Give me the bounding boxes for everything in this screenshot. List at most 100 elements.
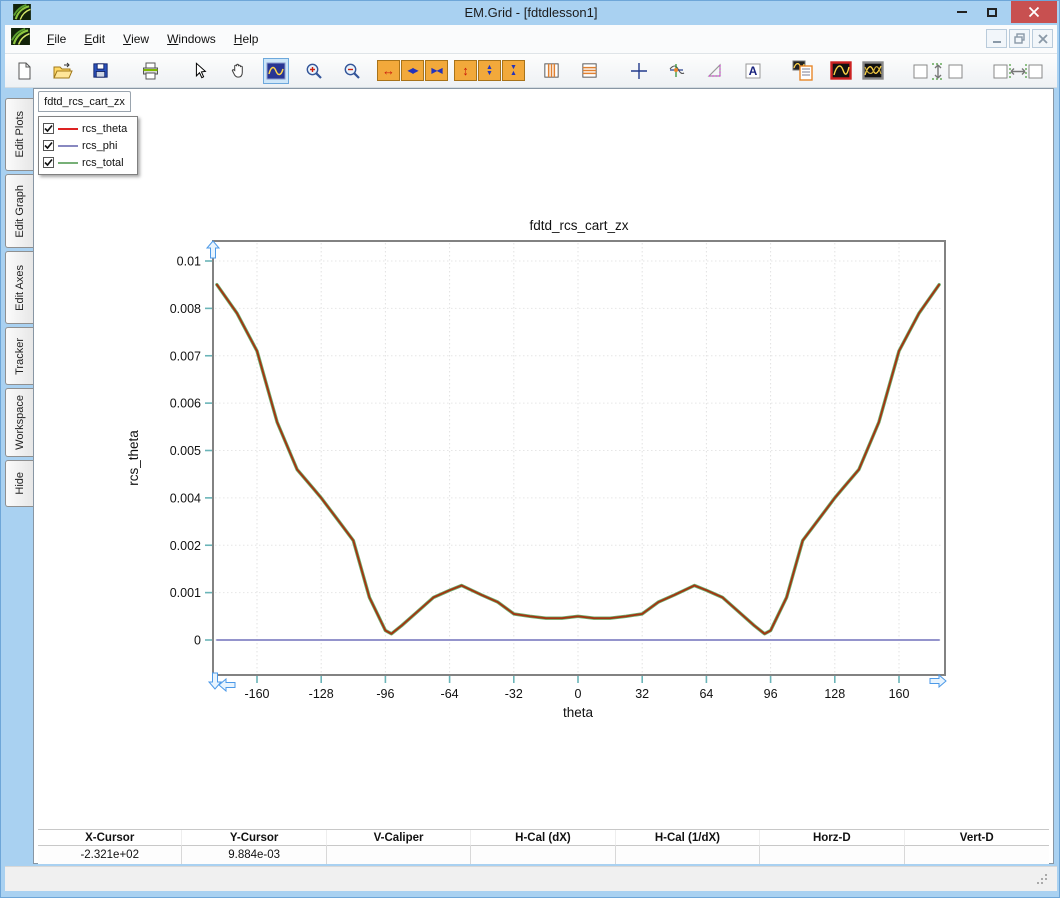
print-button[interactable]: [137, 58, 163, 84]
zoom-box-button[interactable]: [263, 57, 289, 84]
maximize-button[interactable]: [979, 1, 1005, 23]
save-icon: [92, 63, 108, 78]
text-annotation-button[interactable]: A: [740, 58, 766, 84]
mdi-close-button[interactable]: [1032, 29, 1053, 48]
svg-text:0.002: 0.002: [170, 539, 201, 553]
menu-view[interactable]: View: [114, 25, 158, 53]
y-axis-label: rcs_theta: [126, 430, 141, 486]
vertical-spacing-icon: [913, 62, 963, 80]
expand-vertical-icon: ↕: [462, 63, 469, 78]
sidebar-tab-edit-axes[interactable]: Edit Axes: [5, 251, 33, 324]
tracker-icon: [669, 63, 685, 77]
print-icon: [142, 62, 158, 79]
horizontal-gridlines-button[interactable]: [576, 58, 602, 84]
select-button[interactable]: [187, 58, 213, 84]
menu-file[interactable]: File: [38, 25, 75, 53]
zoom-in-icon: [306, 63, 322, 79]
collapse-horizontal-button[interactable]: ▶◀: [425, 60, 448, 81]
active-plot-button[interactable]: [828, 58, 854, 84]
shrink-vertical-button[interactable]: ▲ ▼: [478, 60, 501, 81]
svg-text:32: 32: [635, 687, 649, 701]
close-icon: [1028, 6, 1040, 18]
plot-workspace: fdtd_rcs_cart_zx rcs_theta rcs_phi rcs_t…: [33, 88, 1054, 864]
zoom-in-button[interactable]: [301, 58, 327, 84]
sidebar-tab-workspace[interactable]: Workspace: [5, 388, 33, 457]
menu-edit[interactable]: Edit: [75, 25, 114, 53]
axis-arrow-right-icon[interactable]: [929, 673, 947, 689]
readout-header-row: X-Cursor Y-Cursor V-Caliper H-Cal (dX) H…: [38, 830, 1049, 846]
resize-grip[interactable]: [1045, 882, 1047, 884]
svg-text:A: A: [749, 64, 758, 78]
plot-properties-button[interactable]: [790, 58, 816, 84]
sidebar-tab-tracker[interactable]: Tracker: [5, 327, 33, 385]
mdi-minimize-button[interactable]: [986, 29, 1007, 48]
v-caliper-value: [326, 846, 472, 864]
horizontal-spacing-button[interactable]: [990, 58, 1046, 84]
plots-overlay-button[interactable]: [860, 58, 886, 84]
crosshair-button[interactable]: [626, 58, 652, 84]
collapse-horizontal-icon: ▶◀: [431, 65, 442, 75]
svg-text:0: 0: [194, 634, 201, 648]
pointer-icon: [195, 62, 207, 79]
zoom-out-button[interactable]: [339, 58, 365, 84]
sidebar-tab-edit-plots[interactable]: Edit Plots: [5, 98, 33, 171]
expand-vertical-button[interactable]: ↕: [454, 60, 477, 81]
mdi-minimize-icon: [992, 40, 1001, 43]
vertical-spacing-button[interactable]: [910, 58, 966, 84]
horizontal-gridlines-icon: [581, 63, 597, 78]
axis-arrow-left-icon[interactable]: [218, 677, 236, 693]
svg-text:0.007: 0.007: [170, 349, 201, 363]
minimize-icon: [957, 11, 967, 13]
vertical-gridlines-button[interactable]: [538, 58, 564, 84]
maximize-icon: [987, 7, 997, 17]
vertical-gridlines-icon: [543, 63, 559, 78]
horz-d-value: [760, 846, 905, 864]
y-cursor-value: 9.884e-03: [182, 846, 327, 864]
mdi-restore-icon: [1014, 33, 1025, 44]
menu-help[interactable]: Help: [225, 25, 268, 53]
sidebar-tab-hide[interactable]: Hide: [5, 460, 33, 507]
collapse-vertical-button[interactable]: ▼ ▲: [502, 60, 525, 81]
readout-header: V-Caliper: [326, 830, 472, 846]
menu-windows[interactable]: Windows: [158, 25, 225, 53]
readout-header: H-Cal (1/dX): [615, 830, 761, 846]
save-button[interactable]: [87, 58, 113, 84]
readout-header: Vert-D: [904, 830, 1049, 846]
close-button[interactable]: [1011, 1, 1057, 23]
svg-text:-96: -96: [376, 687, 394, 701]
shrink-horizontal-icon: ◀▶: [407, 65, 418, 75]
shrink-horizontal-button[interactable]: ◀▶: [401, 60, 424, 81]
plot-properties-icon: [792, 60, 813, 81]
sidebar-tab-edit-graph[interactable]: Edit Graph: [5, 174, 33, 248]
x-cursor-value: -2.321e+02: [38, 846, 183, 864]
chart-svg[interactable]: fdtd_rcs_cart_zx -160 -128 -96 -64 -32 0 32 64 9…: [34, 89, 1053, 789]
text-icon: A: [745, 63, 761, 78]
plots-overlay-icon: [862, 61, 884, 80]
new-document-icon: [18, 62, 31, 79]
minimize-button[interactable]: [949, 1, 975, 23]
menu-bar: File Edit View Windows Help: [5, 25, 1057, 54]
status-strip: [5, 866, 1057, 891]
readout-header: Horz-D: [760, 830, 905, 846]
crosshair-icon: [631, 62, 647, 79]
title-bar: EM.Grid - [fdtdlesson1]: [1, 1, 1059, 25]
svg-text:-32: -32: [505, 687, 523, 701]
open-button[interactable]: [49, 58, 75, 84]
document-logo-icon: [11, 28, 30, 50]
svg-text:-160: -160: [244, 687, 269, 701]
svg-text:-128: -128: [309, 687, 334, 701]
active-plot-icon: [830, 61, 852, 80]
pan-button[interactable]: [225, 58, 251, 84]
application-window: EM.Grid - [fdtdlesson1] File Edit View W…: [0, 0, 1060, 898]
collapse-vertical-icon: ▼ ▲: [510, 64, 517, 77]
caliper-icon: [707, 63, 721, 77]
svg-text:0.005: 0.005: [170, 444, 201, 458]
mdi-window-controls: [986, 29, 1053, 48]
new-document-button[interactable]: [11, 58, 37, 84]
expand-horizontal-button[interactable]: ↔: [377, 60, 400, 81]
readout-header: X-Cursor: [38, 830, 183, 846]
vert-d-value: [904, 846, 1049, 864]
tracker-button[interactable]: [664, 58, 690, 84]
mdi-restore-button[interactable]: [1009, 29, 1030, 48]
caliper-button[interactable]: [702, 58, 728, 84]
